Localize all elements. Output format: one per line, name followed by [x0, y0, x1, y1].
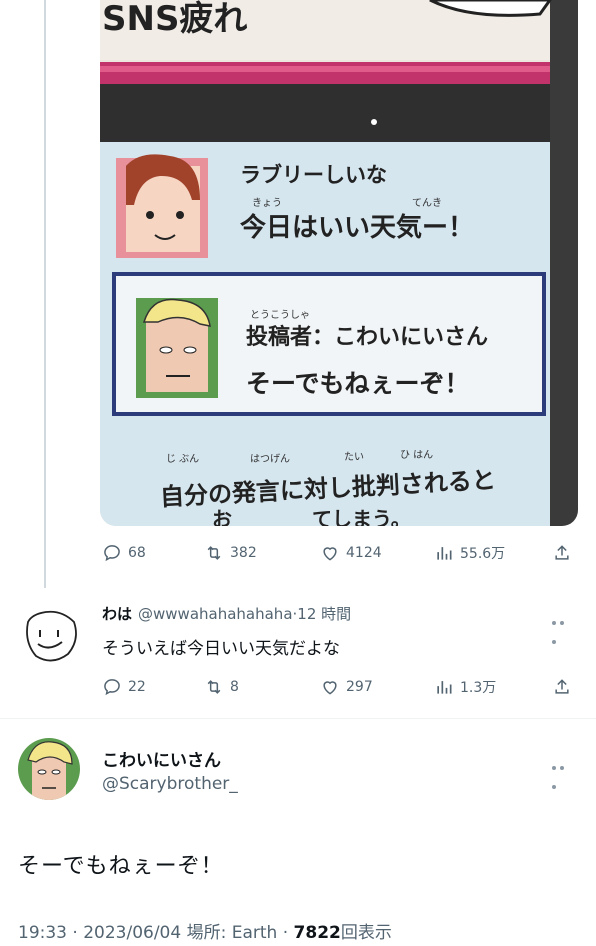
poster1-text: 今日はいい天気ー！ [240, 212, 474, 243]
views-count: 55.6万 [460, 546, 506, 562]
like-action[interactable]: 4124 [320, 543, 382, 563]
reply-retweet-count: 8 [230, 679, 239, 695]
views-action[interactable]: 55.6万 [434, 543, 505, 563]
reply-count: 68 [128, 545, 146, 561]
views-icon [437, 547, 452, 560]
manga-header-text: SNS疲れ [102, 0, 247, 39]
original-tweet-actions: 68 382 4124 55.6万 [0, 543, 596, 565]
reply-author-name[interactable]: わは [102, 605, 132, 623]
reply-share-action[interactable] [552, 677, 572, 697]
retweet-icon [207, 546, 221, 560]
caption-ruby-1: じ ぶん [166, 453, 199, 465]
main-author-name[interactable]: こわいにいさん [102, 746, 221, 771]
photo-caption-partial: お てしまう。 [212, 507, 411, 526]
main-tweet-timestamp[interactable]: 19:33 · 2023/06/04 場所: Earth · [18, 923, 288, 943]
reply-timestamp[interactable]: 12 時間 [297, 605, 351, 623]
main-author-handle[interactable]: @Scarybrother_ [102, 774, 238, 794]
poster1-name: ラブリーしいな [240, 163, 387, 187]
caption-ruby-2: はつげん [250, 453, 290, 465]
retweet-count: 382 [230, 545, 257, 561]
reply-views-action[interactable]: 1.3万 [434, 677, 496, 697]
main-more-icon[interactable] [552, 755, 574, 789]
reply-action[interactable]: 68 [102, 543, 146, 563]
retweet-icon [207, 680, 221, 694]
reply-more-icon[interactable] [552, 610, 574, 644]
share-action[interactable] [552, 543, 572, 563]
avatar-image [18, 738, 80, 800]
divider [0, 718, 596, 719]
main-tweet-text: そーでもねぇーぞ！ [18, 854, 224, 879]
reply-icon [104, 679, 120, 696]
main-tweet-views: 7822 [293, 923, 341, 943]
like-count: 4124 [346, 545, 382, 561]
poster1-ruby-tenki: てんき [412, 197, 442, 209]
reply-like-action[interactable]: 297 [320, 677, 373, 697]
reply-icon [104, 545, 120, 562]
tweet-photo[interactable]: SNS疲れ ラブリーしいな きょう てんき 今日はいい天気ー！ とうこうしゃ 投… [100, 0, 578, 526]
caption-ruby-3: たい [344, 451, 364, 463]
share-icon [555, 545, 569, 560]
share-icon [555, 679, 569, 694]
caption-ruby-4: ひ はん [400, 449, 433, 461]
main-tweet-meta: 19:33 · 2023/06/04 場所: Earth · 7822回表示 [18, 918, 392, 943]
reply-like-count: 297 [346, 679, 373, 695]
reply-views-count: 1.3万 [460, 680, 497, 696]
main-tweet-avatar[interactable] [18, 738, 80, 800]
reply-reply-count: 22 [128, 679, 146, 695]
poster2-text: そーでもねぇーぞ！ [246, 369, 470, 398]
views-icon [437, 681, 452, 694]
reply-text: そういえば今日いい天気だよな [102, 639, 340, 659]
manga-page-image: SNS疲れ ラブリーしいな きょう てんき 今日はいい天気ー！ とうこうしゃ 投… [100, 0, 578, 526]
reply-header: わは @wwwahahahahaha·12 時間 [102, 603, 351, 624]
poster2-ruby: とうこうしゃ [250, 309, 310, 321]
poster2-label: 投稿者：こわいにいさん [246, 324, 488, 350]
reply-actions: 22 8 297 1.3万 [0, 677, 596, 699]
reply-author-handle[interactable]: @wwwahahahahaha [138, 605, 293, 623]
reply-avatar[interactable] [18, 604, 80, 666]
reply-reply-action[interactable]: 22 [102, 677, 146, 697]
poster1-ruby-kyou: きょう [252, 197, 282, 209]
like-icon [323, 547, 337, 561]
main-tweet-views-label: 回表示 [340, 923, 392, 943]
reply-retweet-action[interactable]: 8 [204, 677, 239, 697]
retweet-action[interactable]: 382 [204, 543, 257, 563]
thread-line [44, 0, 46, 588]
like-icon [323, 681, 337, 695]
